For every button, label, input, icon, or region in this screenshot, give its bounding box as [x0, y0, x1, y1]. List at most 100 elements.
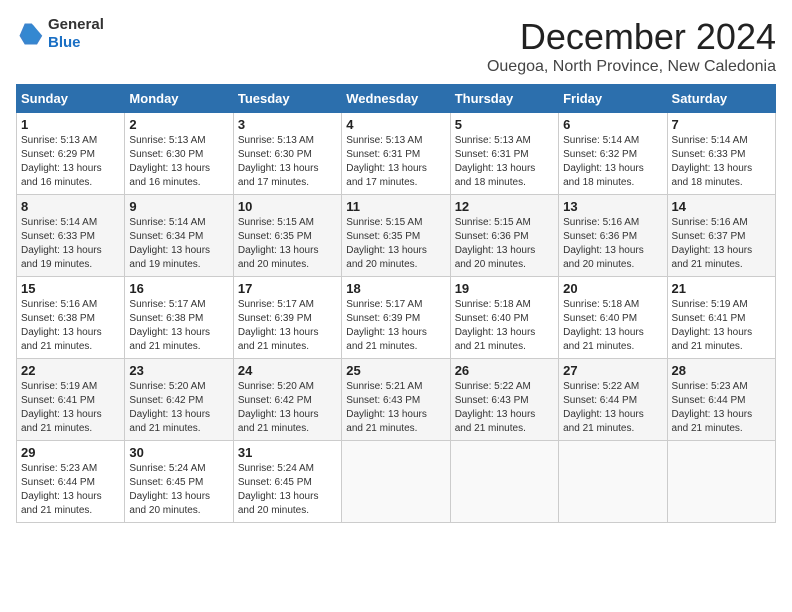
calendar-day-13: 13 Sunrise: 5:16 AM Sunset: 6:36 PM Dayl… [559, 195, 667, 277]
day-number: 5 [455, 117, 554, 132]
calendar-week-4: 22 Sunrise: 5:19 AM Sunset: 6:41 PM Dayl… [17, 359, 776, 441]
calendar-day-7: 7 Sunrise: 5:14 AM Sunset: 6:33 PM Dayli… [667, 113, 775, 195]
column-header-thursday: Thursday [450, 85, 558, 113]
calendar-day-12: 12 Sunrise: 5:15 AM Sunset: 6:36 PM Dayl… [450, 195, 558, 277]
day-info: Sunrise: 5:19 AM Sunset: 6:41 PM Dayligh… [672, 298, 771, 354]
day-number: 7 [672, 117, 771, 132]
calendar-day-6: 6 Sunrise: 5:14 AM Sunset: 6:32 PM Dayli… [559, 113, 667, 195]
calendar-day-3: 3 Sunrise: 5:13 AM Sunset: 6:30 PM Dayli… [233, 113, 341, 195]
day-info: Sunrise: 5:24 AM Sunset: 6:45 PM Dayligh… [238, 462, 337, 518]
calendar-day-29: 29 Sunrise: 5:23 AM Sunset: 6:44 PM Dayl… [17, 441, 125, 523]
day-number: 10 [238, 199, 337, 214]
day-number: 20 [563, 281, 662, 296]
calendar-day-31: 31 Sunrise: 5:24 AM Sunset: 6:45 PM Dayl… [233, 441, 341, 523]
day-info: Sunrise: 5:23 AM Sunset: 6:44 PM Dayligh… [21, 462, 120, 518]
calendar-day-23: 23 Sunrise: 5:20 AM Sunset: 6:42 PM Dayl… [125, 359, 233, 441]
column-header-monday: Monday [125, 85, 233, 113]
calendar-day-10: 10 Sunrise: 5:15 AM Sunset: 6:35 PM Dayl… [233, 195, 341, 277]
day-info: Sunrise: 5:22 AM Sunset: 6:43 PM Dayligh… [455, 380, 554, 436]
day-number: 30 [129, 445, 228, 460]
day-number: 21 [672, 281, 771, 296]
day-number: 4 [346, 117, 445, 132]
empty-cell [450, 441, 558, 523]
logo: General Blue [16, 16, 104, 52]
subtitle: Ouegoa, North Province, New Caledonia [487, 58, 776, 76]
calendar-day-14: 14 Sunrise: 5:16 AM Sunset: 6:37 PM Dayl… [667, 195, 775, 277]
day-info: Sunrise: 5:20 AM Sunset: 6:42 PM Dayligh… [129, 380, 228, 436]
calendar-day-5: 5 Sunrise: 5:13 AM Sunset: 6:31 PM Dayli… [450, 113, 558, 195]
calendar-day-24: 24 Sunrise: 5:20 AM Sunset: 6:42 PM Dayl… [233, 359, 341, 441]
day-number: 31 [238, 445, 337, 460]
day-info: Sunrise: 5:14 AM Sunset: 6:33 PM Dayligh… [21, 216, 120, 272]
day-number: 2 [129, 117, 228, 132]
calendar-week-1: 1 Sunrise: 5:13 AM Sunset: 6:29 PM Dayli… [17, 113, 776, 195]
calendar-day-11: 11 Sunrise: 5:15 AM Sunset: 6:35 PM Dayl… [342, 195, 450, 277]
day-info: Sunrise: 5:14 AM Sunset: 6:33 PM Dayligh… [672, 134, 771, 190]
day-info: Sunrise: 5:15 AM Sunset: 6:35 PM Dayligh… [346, 216, 445, 272]
calendar-table: SundayMondayTuesdayWednesdayThursdayFrid… [16, 84, 776, 523]
calendar-day-15: 15 Sunrise: 5:16 AM Sunset: 6:38 PM Dayl… [17, 277, 125, 359]
day-number: 17 [238, 281, 337, 296]
calendar-day-26: 26 Sunrise: 5:22 AM Sunset: 6:43 PM Dayl… [450, 359, 558, 441]
logo-icon [16, 20, 44, 48]
day-info: Sunrise: 5:18 AM Sunset: 6:40 PM Dayligh… [455, 298, 554, 354]
day-number: 14 [672, 199, 771, 214]
day-info: Sunrise: 5:13 AM Sunset: 6:30 PM Dayligh… [129, 134, 228, 190]
day-info: Sunrise: 5:15 AM Sunset: 6:35 PM Dayligh… [238, 216, 337, 272]
day-info: Sunrise: 5:13 AM Sunset: 6:29 PM Dayligh… [21, 134, 120, 190]
column-header-friday: Friday [559, 85, 667, 113]
day-info: Sunrise: 5:17 AM Sunset: 6:39 PM Dayligh… [346, 298, 445, 354]
calendar-week-2: 8 Sunrise: 5:14 AM Sunset: 6:33 PM Dayli… [17, 195, 776, 277]
day-number: 12 [455, 199, 554, 214]
main-title: December 2024 [487, 16, 776, 58]
calendar-day-30: 30 Sunrise: 5:24 AM Sunset: 6:45 PM Dayl… [125, 441, 233, 523]
day-number: 9 [129, 199, 228, 214]
day-number: 26 [455, 363, 554, 378]
day-info: Sunrise: 5:18 AM Sunset: 6:40 PM Dayligh… [563, 298, 662, 354]
day-info: Sunrise: 5:24 AM Sunset: 6:45 PM Dayligh… [129, 462, 228, 518]
day-info: Sunrise: 5:17 AM Sunset: 6:39 PM Dayligh… [238, 298, 337, 354]
day-info: Sunrise: 5:19 AM Sunset: 6:41 PM Dayligh… [21, 380, 120, 436]
calendar-day-4: 4 Sunrise: 5:13 AM Sunset: 6:31 PM Dayli… [342, 113, 450, 195]
day-number: 8 [21, 199, 120, 214]
day-number: 6 [563, 117, 662, 132]
column-header-wednesday: Wednesday [342, 85, 450, 113]
day-info: Sunrise: 5:22 AM Sunset: 6:44 PM Dayligh… [563, 380, 662, 436]
calendar-day-28: 28 Sunrise: 5:23 AM Sunset: 6:44 PM Dayl… [667, 359, 775, 441]
calendar-day-8: 8 Sunrise: 5:14 AM Sunset: 6:33 PM Dayli… [17, 195, 125, 277]
day-number: 15 [21, 281, 120, 296]
day-info: Sunrise: 5:16 AM Sunset: 6:37 PM Dayligh… [672, 216, 771, 272]
day-number: 28 [672, 363, 771, 378]
day-info: Sunrise: 5:16 AM Sunset: 6:36 PM Dayligh… [563, 216, 662, 272]
empty-cell [667, 441, 775, 523]
day-number: 27 [563, 363, 662, 378]
day-number: 11 [346, 199, 445, 214]
header: General Blue December 2024 Ouegoa, North… [16, 16, 776, 76]
day-info: Sunrise: 5:13 AM Sunset: 6:30 PM Dayligh… [238, 134, 337, 190]
day-info: Sunrise: 5:14 AM Sunset: 6:32 PM Dayligh… [563, 134, 662, 190]
logo-general: General [48, 16, 104, 33]
day-number: 25 [346, 363, 445, 378]
day-info: Sunrise: 5:16 AM Sunset: 6:38 PM Dayligh… [21, 298, 120, 354]
calendar-day-21: 21 Sunrise: 5:19 AM Sunset: 6:41 PM Dayl… [667, 277, 775, 359]
day-number: 3 [238, 117, 337, 132]
day-info: Sunrise: 5:23 AM Sunset: 6:44 PM Dayligh… [672, 380, 771, 436]
day-number: 29 [21, 445, 120, 460]
day-number: 1 [21, 117, 120, 132]
day-info: Sunrise: 5:14 AM Sunset: 6:34 PM Dayligh… [129, 216, 228, 272]
calendar-header-row: SundayMondayTuesdayWednesdayThursdayFrid… [17, 85, 776, 113]
calendar-day-9: 9 Sunrise: 5:14 AM Sunset: 6:34 PM Dayli… [125, 195, 233, 277]
day-number: 18 [346, 281, 445, 296]
day-info: Sunrise: 5:17 AM Sunset: 6:38 PM Dayligh… [129, 298, 228, 354]
day-info: Sunrise: 5:21 AM Sunset: 6:43 PM Dayligh… [346, 380, 445, 436]
day-number: 16 [129, 281, 228, 296]
day-info: Sunrise: 5:15 AM Sunset: 6:36 PM Dayligh… [455, 216, 554, 272]
calendar-day-1: 1 Sunrise: 5:13 AM Sunset: 6:29 PM Dayli… [17, 113, 125, 195]
empty-cell [342, 441, 450, 523]
calendar-day-22: 22 Sunrise: 5:19 AM Sunset: 6:41 PM Dayl… [17, 359, 125, 441]
calendar-day-16: 16 Sunrise: 5:17 AM Sunset: 6:38 PM Dayl… [125, 277, 233, 359]
empty-cell [559, 441, 667, 523]
calendar-day-18: 18 Sunrise: 5:17 AM Sunset: 6:39 PM Dayl… [342, 277, 450, 359]
day-number: 23 [129, 363, 228, 378]
calendar-day-25: 25 Sunrise: 5:21 AM Sunset: 6:43 PM Dayl… [342, 359, 450, 441]
